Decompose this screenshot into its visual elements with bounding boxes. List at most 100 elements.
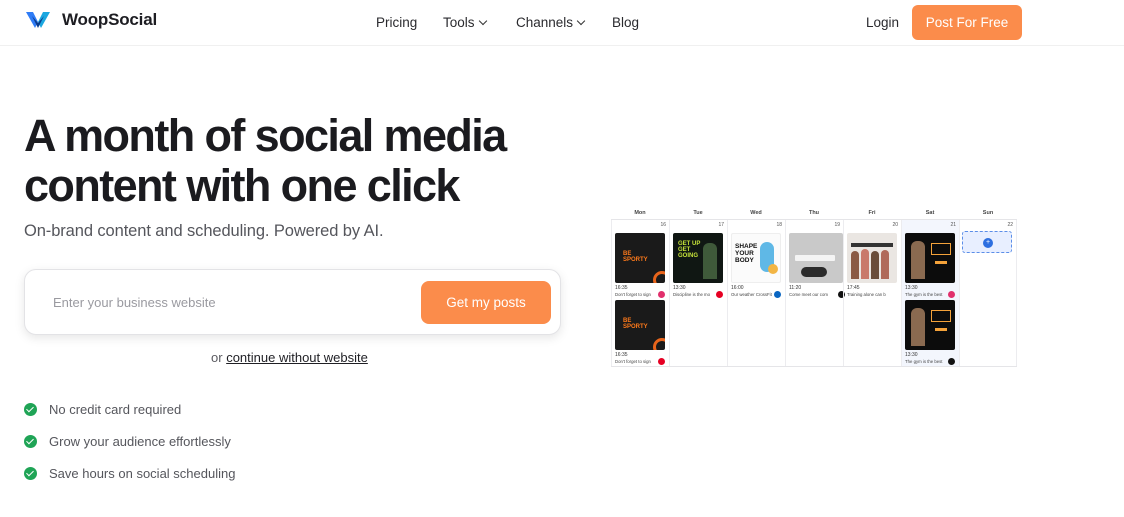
post-caption-row: Don't forget to sign — [615, 358, 665, 365]
post-thumbnail: SHAPE YOUR BODY — [731, 233, 781, 283]
thumb-text: GET UP GET GOING — [678, 241, 701, 259]
chevron-down-icon — [478, 16, 487, 26]
post-thumbnail — [905, 233, 955, 283]
woopsocial-logo-icon — [26, 12, 50, 28]
pinterest-icon — [658, 358, 665, 365]
nav-tools[interactable]: Tools — [443, 15, 516, 30]
nav-pricing-label: Pricing — [376, 15, 418, 30]
dumbbell-shape — [801, 267, 827, 277]
weekday-label: Thu — [808, 210, 820, 216]
post-caption: Don't forget to sign — [615, 292, 651, 297]
pinterest-icon — [716, 291, 723, 298]
post-caption: The gym is the best — [905, 359, 943, 364]
day-number: 19 — [834, 222, 840, 228]
brand-name: WoopSocial — [62, 10, 157, 29]
post-caption-row: Discipline is the mo — [673, 291, 723, 298]
accent-bar-shape — [935, 261, 947, 264]
calendar-day-thu: 19 11:20 Come meet our com — [785, 220, 845, 366]
post-thumbnail — [789, 233, 843, 283]
post-caption-row: The gym is the best — [905, 358, 955, 365]
orange-ring-shape — [653, 271, 665, 283]
or-text: or — [211, 350, 223, 365]
text-box-shape — [931, 310, 951, 322]
scheduled-post[interactable]: SHAPE YOUR BODY 16:00 Our weather CrossF… — [731, 233, 781, 298]
plus-icon: + — [983, 238, 993, 248]
weekday-label: Mon — [634, 210, 646, 216]
accent-bar-shape — [935, 328, 947, 331]
add-post-slot[interactable]: + — [962, 231, 1012, 253]
day-number: 16 — [660, 222, 666, 228]
hero-title: A month of social media content with one… — [24, 111, 584, 211]
alternative-option: or continue without website — [211, 350, 368, 365]
feature-item: Save hours on social scheduling — [24, 457, 235, 489]
post-caption: Discipline is the mo — [673, 292, 711, 297]
person-shape — [881, 250, 889, 279]
feature-item: Grow your audience effortlessly — [24, 425, 235, 457]
feature-text: Grow your audience effortlessly — [49, 433, 231, 449]
post-thumbnail — [847, 233, 897, 283]
nav-blog-label: Blog — [612, 15, 640, 30]
instagram-icon — [658, 291, 665, 298]
calendar-day-mon: 16 BE SPORTY 16:35 Don't forget to sign … — [611, 220, 669, 366]
weekday-label: Tue — [693, 210, 703, 216]
athlete-figure-shape — [703, 243, 717, 279]
day-number: 20 — [892, 222, 898, 228]
nav-blog[interactable]: Blog — [612, 15, 639, 30]
scheduled-post[interactable]: BE SPORTY 16:35 Don't forget to sign — [615, 300, 665, 365]
chevron-down-icon — [576, 16, 586, 26]
post-caption-row: The gym is the best — [905, 291, 955, 298]
post-for-free-button[interactable]: Post For Free — [912, 5, 1022, 40]
website-input[interactable] — [53, 292, 413, 312]
scheduled-post[interactable]: 13:30 The gym is the best — [905, 300, 955, 365]
day-number: 22 — [1007, 222, 1013, 228]
instagram-icon — [948, 291, 955, 298]
nav-pricing[interactable]: Pricing — [376, 15, 443, 30]
get-my-posts-button[interactable]: Get my posts — [421, 281, 551, 324]
calendar-day-sat: 21 13:30 The gym is the best 13:30 The g… — [901, 220, 959, 366]
check-circle-icon — [24, 466, 37, 480]
scheduled-post[interactable]: GET UP GET GOING 13:30 Discipline is the… — [673, 233, 723, 298]
post-thumbnail: GET UP GET GOING — [673, 233, 723, 283]
nav-channels[interactable]: Channels — [516, 15, 612, 30]
thumb-text: BE SPORTY — [623, 318, 648, 330]
post-caption: The gym is the best — [905, 292, 943, 297]
login-link[interactable]: Login — [866, 15, 899, 30]
person-shape — [861, 249, 869, 279]
post-caption-row: Training alone can b — [847, 291, 897, 298]
person-shape — [851, 251, 859, 279]
calendar-grid: 16 BE SPORTY 16:35 Don't forget to sign … — [611, 219, 1017, 367]
feature-list: No credit card required Grow your audien… — [24, 393, 235, 489]
hero-subtitle: On-brand content and scheduling. Powered… — [24, 222, 384, 240]
day-number: 17 — [718, 222, 724, 228]
day-number: 21 — [950, 222, 956, 228]
post-caption-row: Come meet our com — [789, 291, 845, 298]
calendar-day-wed: 18 SHAPE YOUR BODY 16:00 Our weather Cro… — [727, 220, 785, 366]
decor-circle-shape — [768, 264, 778, 274]
scheduled-post[interactable]: 17:45 Training alone can b — [847, 233, 897, 298]
scheduled-post[interactable]: BE SPORTY 16:35 Don't forget to sign — [615, 233, 665, 298]
scheduled-post[interactable]: 13:30 The gym is the best — [905, 233, 955, 298]
check-circle-icon — [24, 402, 37, 416]
weekday-label: Wed — [750, 210, 762, 216]
logo[interactable]: WoopSocial — [26, 10, 157, 30]
thumb-text: BE SPORTY — [623, 251, 648, 263]
hero-title-line-1: A month of social media — [24, 110, 507, 161]
website-form: Get my posts — [24, 269, 561, 335]
main-nav: Pricing Tools Channels Blog — [376, 15, 639, 30]
nav-channels-label: Channels — [516, 15, 574, 30]
post-caption: Don't forget to sign — [615, 359, 651, 364]
x-twitter-icon — [948, 358, 955, 365]
post-caption: Training alone can b — [847, 292, 886, 297]
post-caption-row: Our weather CrossFit — [731, 291, 781, 298]
feature-text: No credit card required — [49, 401, 182, 417]
post-caption: Our weather CrossFit — [731, 292, 772, 297]
post-caption-row: Don't forget to sign — [615, 291, 665, 298]
weekday-label: Sun — [982, 210, 994, 216]
text-box-shape — [931, 243, 951, 255]
feature-text: Save hours on social scheduling — [49, 465, 236, 481]
linkedin-icon — [774, 291, 781, 298]
post-thumbnail: BE SPORTY — [615, 233, 665, 283]
scheduled-post[interactable]: 11:20 Come meet our com — [789, 233, 845, 298]
continue-without-website-link[interactable]: continue without website — [226, 350, 368, 365]
person-shape — [871, 251, 879, 279]
